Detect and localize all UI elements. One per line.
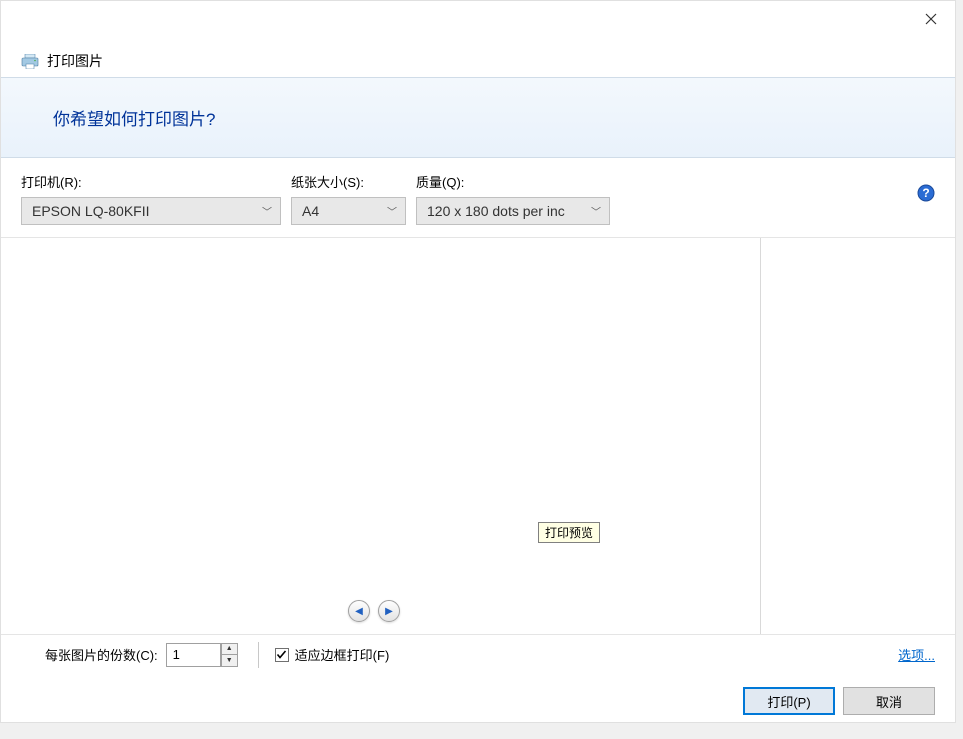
print-button[interactable]: 打印(P) [743, 687, 835, 715]
close-icon [925, 13, 937, 25]
printer-icon [21, 54, 39, 69]
next-button[interactable]: ▶ [378, 600, 400, 622]
dialog-footer: 打印(P) 取消 [1, 674, 955, 728]
copies-row: 每张图片的份数(C): ▲ ▼ 适应边框打印(F) 选项... [1, 634, 955, 674]
check-icon [276, 649, 287, 660]
options-link[interactable]: 选项... [898, 645, 935, 664]
fit-frame-group: 适应边框打印(F) [275, 645, 390, 664]
divider [258, 642, 259, 668]
print-options-row: 打印机(R): EPSON LQ-80KFII ﹀ 纸张大小(S): A4 ﹀ … [1, 158, 955, 238]
quality-label: 质量(Q): [416, 172, 610, 191]
printer-value: EPSON LQ-80KFII [32, 203, 149, 219]
svg-text:?: ? [922, 186, 929, 200]
header-question: 你希望如何打印图片? [53, 105, 955, 130]
fit-frame-checkbox[interactable] [275, 648, 289, 662]
printer-label: 打印机(R): [21, 172, 281, 191]
close-button[interactable] [907, 1, 955, 37]
copies-label: 每张图片的份数(C): [45, 645, 158, 664]
quality-group: 质量(Q): 120 x 180 dots per inc ﹀ [416, 172, 610, 225]
preview-main: 打印预览 ◀ ▶ [1, 238, 760, 634]
paper-size-select[interactable]: A4 ﹀ [291, 197, 406, 225]
header-band: 你希望如何打印图片? [1, 77, 955, 158]
printer-group: 打印机(R): EPSON LQ-80KFII ﹀ [21, 172, 281, 225]
preview-tooltip: 打印预览 [538, 522, 600, 543]
preview-nav: ◀ ▶ [348, 600, 400, 622]
titlebar: 打印图片 [1, 1, 955, 77]
chevron-down-icon: ﹀ [591, 204, 601, 219]
copies-input[interactable] [166, 643, 221, 667]
triangle-right-icon: ▶ [385, 606, 393, 617]
copies-spinner: ▲ ▼ [166, 643, 238, 667]
chevron-down-icon: ﹀ [262, 204, 272, 219]
fit-frame-label: 适应边框打印(F) [295, 645, 390, 664]
printer-select[interactable]: EPSON LQ-80KFII ﹀ [21, 197, 281, 225]
quality-value: 120 x 180 dots per inc [427, 203, 565, 219]
quality-select[interactable]: 120 x 180 dots per inc ﹀ [416, 197, 610, 225]
paper-size-value: A4 [302, 203, 319, 219]
cancel-button[interactable]: 取消 [843, 687, 935, 715]
prev-button[interactable]: ◀ [348, 600, 370, 622]
window-title: 打印图片 [47, 51, 103, 71]
triangle-left-icon: ◀ [355, 606, 363, 617]
print-pictures-dialog: 打印图片 你希望如何打印图片? 打印机(R): EPSON LQ-80KFII … [0, 0, 956, 723]
paper-size-group: 纸张大小(S): A4 ﹀ [291, 172, 406, 225]
preview-area: 打印预览 ◀ ▶ [1, 238, 955, 634]
help-icon[interactable]: ? [917, 184, 935, 202]
paper-size-label: 纸张大小(S): [291, 172, 406, 191]
layout-sidebar [760, 238, 955, 634]
chevron-down-icon: ﹀ [387, 204, 397, 219]
copies-increment[interactable]: ▲ [221, 643, 238, 655]
copies-decrement[interactable]: ▼ [221, 654, 238, 667]
